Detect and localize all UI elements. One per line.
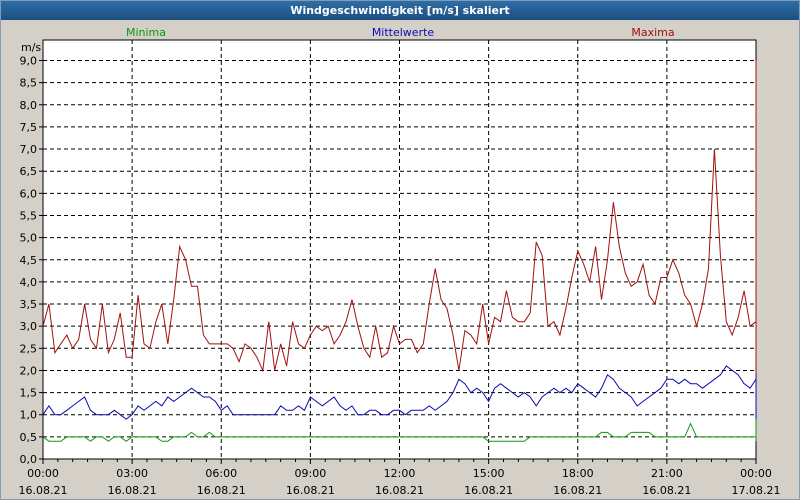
x-tick-time: 06:00	[205, 467, 237, 480]
y-tick-label: 6,5	[20, 165, 38, 178]
x-tick-time: 00:00	[740, 467, 772, 480]
legend-max: Maxima	[631, 26, 674, 39]
x-tick-date: 16.08.21	[553, 484, 602, 497]
y-tick-label: 3,0	[20, 320, 38, 333]
x-tick-date: 16.08.21	[464, 484, 513, 497]
x-tick-date: 16.08.21	[19, 484, 68, 497]
y-tick-label: 8,5	[20, 77, 38, 90]
y-tick-label: 4,5	[20, 254, 38, 267]
chart-title: Windgeschwindigkeit [m/s] skaliert	[1, 1, 799, 20]
x-tick-date: 17.08.21	[732, 484, 781, 497]
x-tick-date: 16.08.21	[286, 484, 335, 497]
y-tick-label: 1,5	[20, 387, 38, 400]
y-axis: 0,0 0,5 1,0 1,5 2,0 2,5 3,0 3,5 4,0 4,5 5,0 5,5 6,0 6…	[20, 41, 43, 466]
y-tick-label: 2,0	[20, 364, 38, 377]
x-tick-time: 09:00	[295, 467, 327, 480]
chart-area: 0,0 0,5 1,0 1,5 2,0 2,5 3,0 3,5 4,0 4,5 5,0 5,5 6,0 6…	[19, 26, 781, 497]
y-tick-label: 5,5	[20, 209, 38, 222]
x-tick-time: 12:00	[384, 467, 416, 480]
legend-mean: Mittelwerte	[372, 26, 435, 39]
y-tick-label: 7,5	[20, 121, 38, 134]
y-tick-label: 0,0	[20, 453, 38, 466]
y-tick-label: 0,5	[20, 431, 38, 444]
x-tick-time: 18:00	[562, 467, 594, 480]
x-tick-date: 16.08.21	[197, 484, 246, 497]
y-tick-label: 9,0	[20, 55, 38, 68]
y-tick-label: 6,0	[20, 187, 38, 200]
x-tick-time: 15:00	[473, 467, 505, 480]
x-tick-date: 16.08.21	[375, 484, 424, 497]
y-tick-label: 5,0	[20, 232, 38, 245]
y-tick-label: 3,5	[20, 298, 38, 311]
y-tick-label: 8,0	[20, 99, 38, 112]
x-tick-time: 03:00	[116, 467, 148, 480]
y-tick-label: 1,0	[20, 409, 38, 422]
legend: Minima Mittelwerte Maxima	[126, 26, 675, 39]
plot-background	[42, 39, 757, 460]
legend-min: Minima	[126, 26, 166, 39]
x-tick-time: 21:00	[651, 467, 683, 480]
y-tick-label: 2,5	[20, 342, 38, 355]
x-tick-date: 16.08.21	[642, 484, 691, 497]
y-tick-label: 4,0	[20, 276, 38, 289]
y-tick-label: 7,0	[20, 143, 38, 156]
chart-window: Windgeschwindigkeit [m/s] skaliert 0,0 0,…	[0, 0, 800, 500]
x-tick-date: 16.08.21	[108, 484, 157, 497]
x-axis: 00:00 16.08.21 03:00 16.08.21 06:00 16.08.21 0…	[19, 459, 781, 497]
y-axis-label: m/s	[21, 41, 41, 54]
x-tick-time: 00:00	[27, 467, 59, 480]
